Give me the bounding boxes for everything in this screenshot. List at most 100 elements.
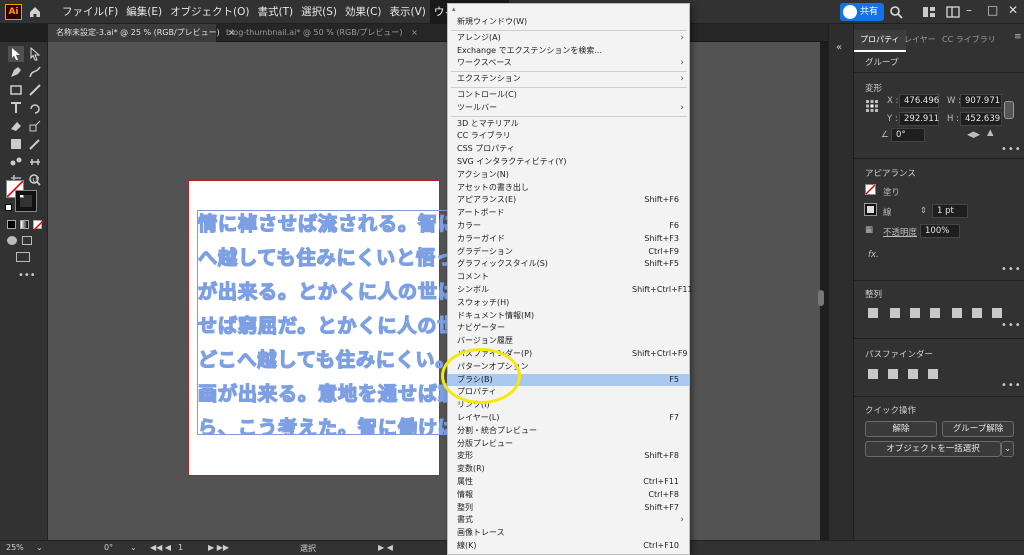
window-menu-item[interactable]: グラデーション Ctrl+F9 <box>448 246 689 259</box>
more-transform-options-icon[interactable]: ••• <box>1001 144 1022 155</box>
window-menu-item[interactable]: グラフィックスタイル(S) Shift+F5 <box>448 258 689 271</box>
eyedropper-tool-icon[interactable] <box>27 136 43 152</box>
pen-tool-icon[interactable] <box>8 64 24 80</box>
window-menu-item[interactable]: 線(K) Ctrl+F10 <box>448 540 689 553</box>
zoom-dropdown-icon[interactable]: ⌄ <box>36 543 43 552</box>
menu-0[interactable]: ファイル(F) <box>58 0 122 24</box>
shape-builder-tool-icon[interactable] <box>8 136 24 152</box>
gradient-mode-icon[interactable] <box>20 220 29 229</box>
menu-4[interactable]: 選択(S) <box>297 0 341 24</box>
window-menu-item[interactable]: 書式 › <box>448 514 689 527</box>
tab-document-1[interactable]: 名称未設定-3.ai* @ 25 % (RGB/プレビュー) × <box>48 24 235 42</box>
constrain-proportions-icon[interactable] <box>1004 101 1014 119</box>
window-menu-item[interactable]: 整列 Shift+F7 <box>448 502 689 515</box>
window-menu-item[interactable]: 変数(R) <box>448 463 689 476</box>
home-icon[interactable] <box>28 5 42 19</box>
selection-tool-icon[interactable] <box>8 46 24 62</box>
artboard-nav-icons[interactable]: ◀◀ ◀ <box>150 543 171 552</box>
blend-tool-icon[interactable] <box>8 154 24 170</box>
window-menu-item[interactable]: 新規ウィンドウ(W) <box>448 16 689 29</box>
window-menu-item[interactable]: 3D とマテリアル <box>448 118 689 131</box>
select-same-objects-button[interactable]: オブジェクトを一括選択 <box>865 441 1001 457</box>
width-input[interactable]: 907.971 <box>960 94 1002 108</box>
share-button[interactable]: 共有 <box>840 3 884 21</box>
unite-icon[interactable] <box>868 369 878 379</box>
window-menu-item[interactable]: アレンジ(A) › <box>448 32 689 45</box>
align-to-icon[interactable] <box>868 308 878 318</box>
menu-6[interactable]: 表示(V) <box>386 0 430 24</box>
window-menu-item[interactable]: シンボル Shift+Ctrl+F11 <box>448 284 693 297</box>
search-icon[interactable] <box>889 5 903 19</box>
menu-1[interactable]: 編集(E) <box>122 0 166 24</box>
none-mode-icon[interactable] <box>33 220 44 231</box>
artboard-number[interactable]: 1 <box>178 543 183 552</box>
align-left-icon[interactable] <box>890 308 900 318</box>
rotation-input[interactable]: 0° <box>891 128 925 142</box>
minimize-icon[interactable]: – <box>966 3 972 17</box>
fx-icon[interactable]: fx. <box>868 250 879 260</box>
window-menu-item[interactable]: 分割・統合プレビュー <box>448 425 689 438</box>
window-menu-item[interactable]: アートボード <box>448 207 689 220</box>
exclude-icon[interactable] <box>928 369 938 379</box>
window-menu-item[interactable]: カラー F6 <box>448 220 689 233</box>
opacity-label[interactable]: 不透明度 <box>883 226 917 238</box>
color-mode-icon[interactable] <box>7 220 16 229</box>
tab-close-icon[interactable]: × <box>411 28 418 37</box>
default-colors-icon[interactable] <box>5 204 12 211</box>
window-menu-item[interactable]: 属性 Ctrl+F11 <box>448 476 689 489</box>
window-menu-item[interactable]: アピアランス(E) Shift+F6 <box>448 194 689 207</box>
window-menu-item[interactable]: カラーガイド Shift+F3 <box>448 233 689 246</box>
zoom-level[interactable]: 25% <box>6 543 24 552</box>
curvature-tool-icon[interactable] <box>27 64 43 80</box>
x-position-input[interactable]: 476.496 <box>899 94 939 108</box>
window-menu-item[interactable]: ワークスペース › <box>448 57 689 70</box>
maximize-icon[interactable]: □ <box>987 3 998 17</box>
release-button[interactable]: 解除 <box>865 421 937 437</box>
minus-front-icon[interactable] <box>888 369 898 379</box>
stroke-color-swatch[interactable] <box>864 203 877 216</box>
y-position-input[interactable]: 292.911 <box>899 112 939 126</box>
more-pathfinder-options-icon[interactable]: ••• <box>1001 380 1022 391</box>
flip-horizontal-icon[interactable]: ◀▶ <box>967 130 980 140</box>
window-menu-item[interactable]: ツールバー › <box>448 102 689 115</box>
window-menu-item[interactable]: 分版プレビュー <box>448 438 689 451</box>
screen-mode-icon[interactable] <box>16 252 30 262</box>
stroke-stepper-icon[interactable]: ⇕ <box>920 206 927 216</box>
flip-vertical-icon[interactable]: ▲ <box>987 128 994 138</box>
panel-menu-icon[interactable]: ≡ <box>1014 32 1022 42</box>
vertical-scrollbar[interactable] <box>818 290 824 306</box>
width-tool-icon[interactable] <box>27 154 43 170</box>
align-center-icon[interactable] <box>910 308 920 318</box>
align-middle-icon[interactable] <box>972 308 982 318</box>
window-menu-item[interactable]: CC ライブラリ <box>448 130 689 143</box>
window-menu-item[interactable]: アセットの書き出し <box>448 182 689 195</box>
arrange-documents-icon[interactable] <box>922 5 936 19</box>
close-icon[interactable]: ✕ <box>1008 3 1018 17</box>
intersect-icon[interactable] <box>908 369 918 379</box>
select-same-dropdown-icon[interactable]: ⌄ <box>1001 441 1014 457</box>
ungroup-button[interactable]: グループ解除 <box>942 421 1014 437</box>
window-menu-item[interactable]: コントロール(C) <box>448 89 689 102</box>
tab-cc-libraries[interactable]: CC ライブラリ <box>936 30 1002 50</box>
collapse-panels-icon[interactable]: « <box>836 42 842 53</box>
fill-color-swatch[interactable] <box>865 184 876 195</box>
rotation-dropdown-icon[interactable]: ⌄ <box>130 543 137 552</box>
artboard-nav-next-icons[interactable]: ▶ ▶▶ <box>208 543 229 552</box>
menu-3[interactable]: 書式(T) <box>254 0 298 24</box>
height-input[interactable]: 452.639 <box>960 112 1002 126</box>
tab-document-2[interactable]: blog-thumbnail.ai* @ 50 % (RGB/プレビュー) × <box>218 24 418 42</box>
draw-behind-icon[interactable] <box>22 236 32 245</box>
menu-5[interactable]: 効果(C) <box>341 0 386 24</box>
align-top-icon[interactable] <box>952 308 962 318</box>
window-menu-item[interactable]: CSS プロパティ <box>448 143 689 156</box>
draw-mode-icon[interactable] <box>7 236 17 245</box>
window-menu-item[interactable]: レイヤー(L) F7 <box>448 412 689 425</box>
more-appearance-options-icon[interactable]: ••• <box>1001 264 1022 275</box>
reference-point-icon[interactable] <box>865 99 879 113</box>
window-menu-item[interactable]: 情報 Ctrl+F8 <box>448 489 689 502</box>
window-menu-item[interactable]: ナビゲーター <box>448 322 689 335</box>
menu-scroll-up-icon[interactable]: ▴ <box>448 4 689 14</box>
window-menu-item[interactable]: エクステンション › <box>448 73 689 86</box>
edit-toolbar-icon[interactable]: ••• <box>18 270 36 281</box>
scale-tool-icon[interactable] <box>27 118 43 134</box>
